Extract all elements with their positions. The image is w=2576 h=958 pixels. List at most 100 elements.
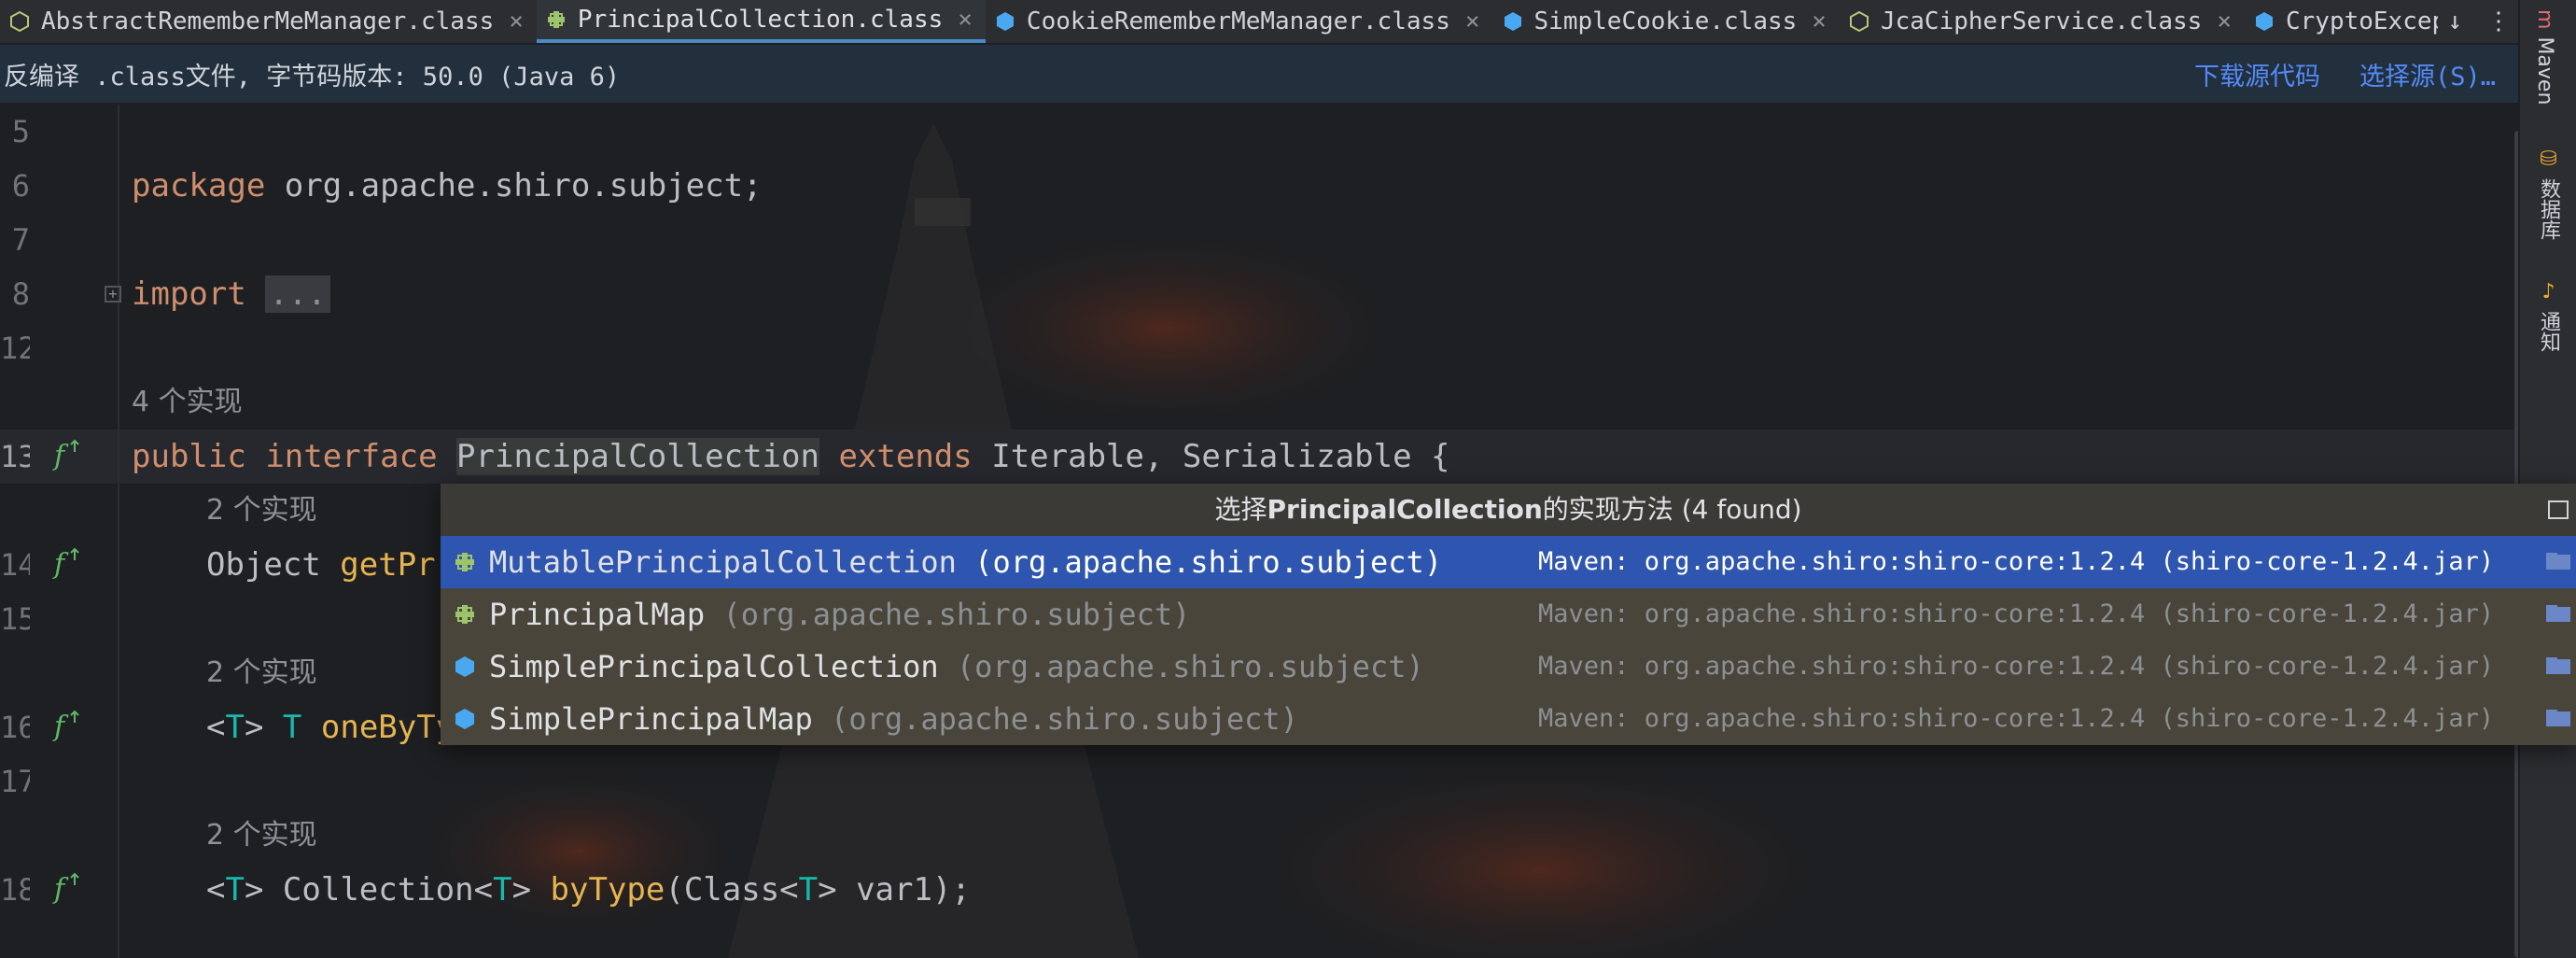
- database-tool-button[interactable]: ⛁ 数据库: [2533, 148, 2563, 240]
- tab-principal-collection[interactable]: PrincipalCollection.class ×: [536, 0, 986, 43]
- jar-library-icon: [2546, 605, 2570, 622]
- class-icon: [455, 656, 474, 677]
- method-name: byType: [550, 871, 665, 909]
- choose-implementation-popup: 选择PrincipalCollection的实现方法 (4 found) Mut…: [441, 484, 2576, 745]
- code-line[interactable]: Object getPr: [206, 538, 436, 592]
- line-number: 8: [11, 276, 30, 312]
- close-tab-icon[interactable]: ×: [2217, 7, 2232, 35]
- keyword: public: [132, 438, 246, 475]
- maven-label: Maven: [2533, 36, 2556, 106]
- implementation-package: (org.apache.shiro.subject): [938, 649, 1424, 684]
- decompiled-notice-bar: 反编译 .class文件, 字节码版本: 50.0 (Java 6) 下载源代码…: [0, 45, 2520, 103]
- open-in-window-icon[interactable]: [2548, 500, 2569, 519]
- choose-source-link[interactable]: 选择源(S)…: [2359, 56, 2496, 92]
- implementation-item[interactable]: PrincipalMap (org.apache.shiro.subject) …: [441, 588, 2576, 641]
- class-icon: [996, 12, 1014, 31]
- notifications-tool-button[interactable]: ♪ 通知: [2533, 280, 2563, 352]
- keyword: import: [132, 275, 246, 313]
- bell-icon: ♪: [2537, 280, 2560, 303]
- tab-list-down-arrow-icon[interactable]: ↓: [2447, 7, 2462, 35]
- svg-text:f: f: [52, 548, 69, 581]
- code-text: <: [206, 871, 226, 909]
- svg-text:f: f: [52, 711, 69, 743]
- class-icon: [2255, 12, 2273, 31]
- code-text: > var1);: [818, 871, 971, 909]
- code-line[interactable]: package org.apache.shiro.subject;: [132, 159, 763, 213]
- jar-library-icon: [2546, 553, 2570, 570]
- editor-tab-bar: AbstractRememberMeManager.class × Princi…: [0, 0, 2520, 45]
- popup-title-prefix: 选择: [1214, 494, 1267, 525]
- code-text: org.apache.shiro.subject;: [265, 167, 763, 204]
- interface-name[interactable]: PrincipalCollection: [456, 438, 819, 475]
- code-line[interactable]: import ...: [132, 267, 330, 321]
- tab-label: AbstractRememberMeManager.class: [41, 7, 495, 35]
- line-number: 16: [0, 710, 30, 745]
- implementation-name: MutablePrincipalCollection: [489, 544, 957, 580]
- close-tab-icon[interactable]: ×: [1465, 7, 1480, 35]
- implementation-name: SimplePrincipalCollection: [489, 649, 939, 684]
- implemented-gutter-icon[interactable]: f: [52, 545, 90, 583]
- code-text: >: [244, 709, 283, 746]
- line-number: 6: [11, 168, 30, 204]
- tab-label: SimpleCookie.class: [1533, 7, 1798, 35]
- abstract-class-icon: [10, 11, 29, 32]
- type-parameter: T: [493, 871, 512, 909]
- jar-library-icon: [2546, 657, 2570, 674]
- editor-gutter: 5 6 7 8 12 13 14 15 16 17 18 f f f f +: [0, 105, 121, 958]
- tab-abstract-remember-me-manager[interactable]: AbstractRememberMeManager.class ×: [0, 0, 537, 43]
- folded-imports[interactable]: ...: [265, 275, 330, 313]
- implementation-item[interactable]: SimplePrincipalMap (org.apache.shiro.sub…: [441, 693, 2576, 745]
- maven-icon: m: [2533, 9, 2556, 30]
- class-icon: [455, 709, 474, 729]
- class-icon: [1504, 12, 1521, 31]
- interface-icon: [455, 553, 474, 571]
- implementations-hint[interactable]: 2 个实现: [206, 484, 317, 538]
- implementations-hint[interactable]: 4 个实现: [132, 375, 243, 430]
- svg-text:f: f: [52, 873, 69, 906]
- tab-simple-cookie[interactable]: SimpleCookie.class ×: [1493, 0, 1840, 43]
- method-name: getPr: [340, 546, 436, 584]
- code-text: Object: [206, 546, 341, 584]
- popup-title-suffix: 的实现方法 (4 found): [1542, 494, 1802, 525]
- fold-expand-icon[interactable]: +: [105, 286, 121, 303]
- download-source-link[interactable]: 下载源代码: [2194, 56, 2320, 92]
- tab-cookie-remember-me-manager[interactable]: CookieRememberMeManager.class ×: [986, 0, 1493, 43]
- code-text: > Collection<: [244, 871, 494, 909]
- implemented-gutter-icon[interactable]: f: [52, 708, 90, 745]
- type-parameter: T: [225, 709, 245, 746]
- database-icon: ⛁: [2537, 148, 2560, 171]
- keyword: interface: [265, 438, 438, 475]
- popup-title: 选择PrincipalCollection的实现方法 (4 found): [441, 484, 2576, 536]
- code-line[interactable]: <T> T oneByTy: [206, 700, 455, 754]
- more-options-icon[interactable]: ⋮: [2486, 7, 2511, 35]
- jar-library-icon: [2546, 710, 2570, 726]
- type-parameter: T: [282, 709, 302, 746]
- implementation-package: (org.apache.shiro.subject): [956, 544, 1443, 580]
- line-number: 5: [11, 114, 30, 149]
- implementation-item[interactable]: SimplePrincipalCollection (org.apache.sh…: [441, 641, 2576, 693]
- code-text: Iterable, Serializable {: [972, 438, 1450, 475]
- implementation-package: (org.apache.shiro.subject): [812, 701, 1298, 737]
- close-tab-icon[interactable]: ×: [1812, 7, 1827, 35]
- implementation-package: (org.apache.shiro.subject): [705, 597, 1191, 632]
- implementations-hint[interactable]: 2 个实现: [206, 809, 317, 863]
- notifications-label: 通知: [2537, 311, 2560, 352]
- type-parameter: T: [225, 871, 245, 909]
- close-tab-icon[interactable]: ×: [509, 7, 524, 35]
- code-line[interactable]: public interface PrincipalCollection ext…: [132, 430, 1450, 484]
- line-number: 15: [0, 601, 30, 637]
- code-line[interactable]: <T> Collection<T> byType(Class<T> var1);: [206, 863, 971, 917]
- tab-label: JcaCipherService.class: [1880, 7, 2203, 35]
- keyword: package: [132, 167, 266, 204]
- implementations-hint[interactable]: 2 个实现: [206, 646, 317, 700]
- line-number: 7: [11, 222, 30, 258]
- close-tab-icon[interactable]: ×: [958, 6, 973, 34]
- implementation-location: Maven: org.apache.shiro:shiro-core:1.2.4…: [1538, 599, 2495, 628]
- implemented-gutter-icon[interactable]: f: [52, 870, 90, 908]
- tab-jca-cipher-service[interactable]: JcaCipherService.class ×: [1840, 0, 2245, 43]
- implementation-item[interactable]: MutablePrincipalCollection (org.apache.s…: [441, 536, 2576, 588]
- implemented-gutter-icon[interactable]: f: [52, 437, 90, 474]
- line-number: 17: [0, 764, 30, 799]
- line-number: 13: [0, 439, 30, 474]
- maven-tool-button[interactable]: m Maven: [2533, 9, 2556, 105]
